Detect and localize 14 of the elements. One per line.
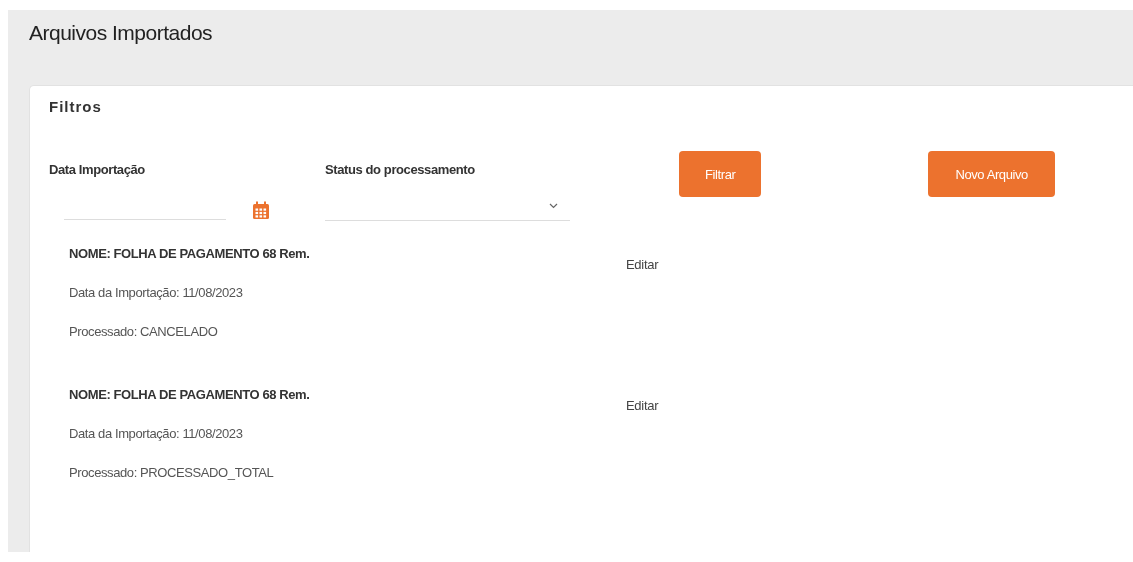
field-label: Data Importação xyxy=(49,162,145,177)
file-name: NOME: FOLHA DE PAGAMENTO 68 Rem. xyxy=(69,246,310,261)
page-title: Arquivos Importados xyxy=(29,20,214,46)
edit-link[interactable]: Editar xyxy=(626,257,659,272)
calendar-icon[interactable] xyxy=(252,201,270,220)
file-name: NOME: FOLHA DE PAGAMENTO 68 Rem. xyxy=(69,387,310,402)
processing-status: Processado: PROCESSADO_TOTAL xyxy=(69,465,274,480)
import-date: Data da Importação: 11/08/2023 xyxy=(69,426,243,441)
field-label: Status do processamento xyxy=(325,162,475,177)
chevron-down-icon xyxy=(549,202,558,209)
import-date: Data da Importação: 11/08/2023 xyxy=(69,285,243,300)
edit-link[interactable]: Editar xyxy=(626,398,659,413)
processing-status: Processado: CANCELADO xyxy=(69,324,218,339)
section-title: Filtros xyxy=(49,98,103,115)
